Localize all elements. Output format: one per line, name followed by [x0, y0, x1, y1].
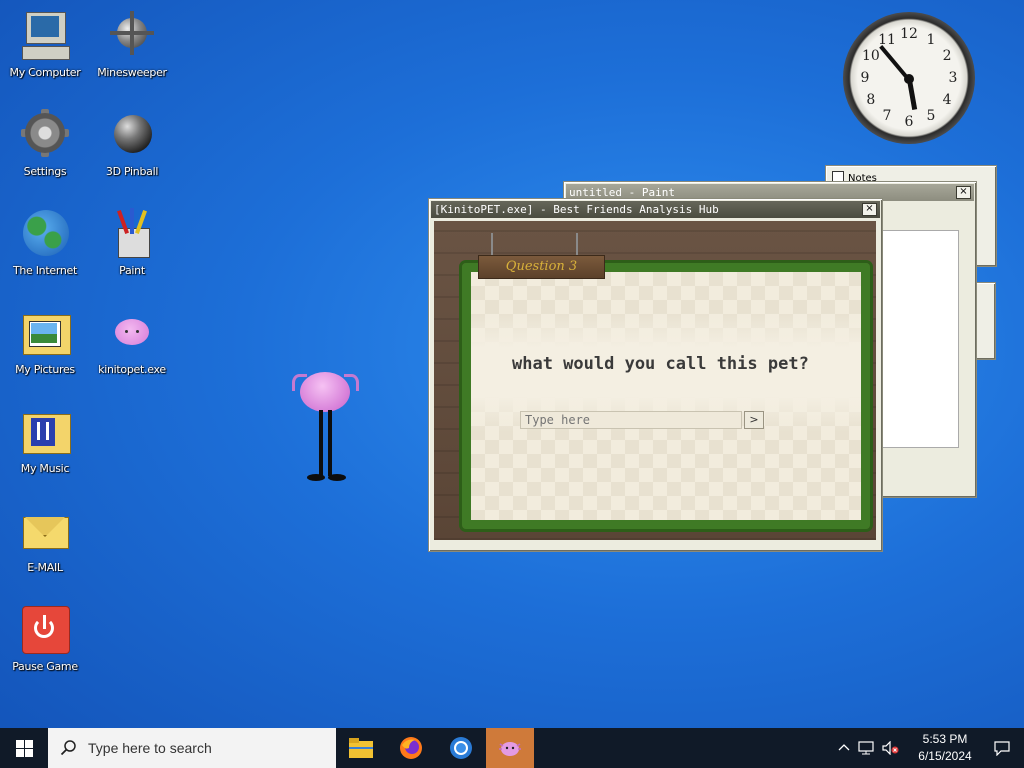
globe-icon — [19, 208, 71, 260]
pet-gill-left — [292, 374, 307, 391]
search-placeholder: Type here to search — [88, 740, 212, 756]
paint-icon — [106, 208, 158, 260]
sign-chain-right — [576, 233, 578, 255]
computer-icon — [19, 10, 71, 62]
submit-answer-button[interactable]: > — [744, 411, 764, 429]
taskbar-date: 6/15/2024 — [918, 749, 972, 763]
pet-gill-right — [344, 374, 359, 391]
vine-frame — [462, 263, 870, 529]
kinitopet-title: [KinitoPET.exe] - Best Friends Analysis … — [434, 203, 719, 216]
clock-center — [904, 74, 914, 84]
desktop-icon-label: 3D Pinball — [105, 165, 159, 178]
power-icon — [19, 604, 71, 656]
desktop-icon-label: kinitopet.exe — [98, 363, 166, 376]
axolotl-icon — [106, 307, 158, 359]
desktop-icon-my-pictures[interactable]: My Pictures — [0, 307, 90, 376]
clock-numeral: 10 — [861, 48, 880, 64]
clock-numeral: 2 — [942, 48, 952, 64]
clock-numeral: 7 — [882, 108, 892, 125]
taskbar: Type here to search 5:53 PM 6/15/2024 — [0, 728, 1024, 768]
desktop-icon-label: My Music — [20, 462, 70, 475]
sign-chain-left — [491, 233, 493, 255]
chrome-icon — [450, 737, 472, 759]
gear-icon — [19, 109, 71, 161]
clock-numeral: 3 — [948, 70, 958, 86]
taskbar-clock[interactable]: 5:53 PM 6/15/2024 — [910, 731, 980, 765]
desktop-icon-label: My Computer — [9, 66, 81, 79]
taskbar-chrome[interactable] — [436, 728, 486, 768]
taskbar-time: 5:53 PM — [922, 732, 968, 746]
firefox-icon — [400, 737, 422, 759]
kinitopet-close-button[interactable]: × — [862, 203, 877, 216]
chevron-up-icon[interactable] — [838, 742, 850, 754]
clock-numeral: 6 — [904, 114, 914, 130]
desktop-icon-label: Settings — [23, 165, 67, 178]
desktop-icon-label: E-MAIL — [27, 561, 63, 574]
taskbar-firefox[interactable] — [386, 728, 436, 768]
clock-numeral: 9 — [860, 70, 870, 86]
pet-foot-right — [328, 474, 346, 481]
pet-leg-left — [319, 410, 323, 476]
pet-head — [300, 372, 350, 412]
folder-pictures-icon — [19, 307, 71, 359]
kinitopet-titlebar[interactable]: [KinitoPET.exe] - Best Friends Analysis … — [431, 201, 880, 218]
clock-numeral: 8 — [866, 92, 876, 108]
system-tray: 5:53 PM 6/15/2024 — [838, 728, 1024, 768]
question-number-sign: Question 3 — [478, 255, 605, 279]
volume-muted-icon[interactable] — [882, 741, 900, 755]
pinball-icon — [106, 109, 158, 161]
clock-numeral: 12 — [900, 26, 918, 42]
paint-canvas[interactable] — [882, 230, 959, 448]
notification-button[interactable] — [980, 728, 1024, 768]
desktop-icon-label: Minesweeper — [97, 66, 167, 79]
wood-background: Question 3 what would you call this pet?… — [434, 221, 876, 540]
desktop-icon-my-computer[interactable]: My Computer — [0, 10, 90, 79]
notification-icon — [994, 740, 1010, 756]
kinito-pet-character[interactable] — [292, 368, 359, 486]
desktop-icon-my-music[interactable]: My Music — [0, 406, 90, 475]
search-icon — [60, 740, 76, 756]
kinitopet-window[interactable]: [KinitoPET.exe] - Best Friends Analysis … — [428, 198, 883, 552]
axolotl-icon — [499, 742, 521, 756]
desktop-icon-3d-pinball[interactable]: 3D Pinball — [87, 109, 177, 178]
start-button[interactable] — [0, 728, 48, 768]
taskbar-kinitopet[interactable] — [486, 728, 534, 768]
network-icon[interactable] — [858, 741, 874, 755]
desktop-icon-label: Pause Game — [12, 660, 78, 673]
desktop-icon-the-internet[interactable]: The Internet — [0, 208, 90, 277]
question-text: what would you call this pet? — [512, 354, 809, 374]
windows-logo-icon — [15, 739, 33, 757]
pet-leg-right — [328, 410, 332, 476]
clock-hour-hand — [907, 79, 918, 110]
file-explorer-icon — [349, 738, 373, 758]
folder-music-icon — [19, 406, 71, 458]
taskbar-file-explorer[interactable] — [336, 728, 386, 768]
desktop-icon-label: Paint — [119, 264, 145, 277]
envelope-icon — [19, 505, 71, 557]
analog-clock-widget: 12 1 2 3 4 5 6 7 8 9 10 11 — [843, 12, 975, 144]
clock-numeral: 1 — [926, 31, 936, 48]
desktop-icon-pause-game[interactable]: Pause Game — [0, 604, 90, 673]
clock-numeral: 5 — [926, 108, 936, 125]
desktop-icon-kinitopet[interactable]: kinitopet.exe — [87, 307, 177, 376]
desktop-icon-paint[interactable]: Paint — [87, 208, 177, 277]
taskbar-search-box[interactable]: Type here to search — [48, 728, 336, 768]
desktop-icon-label: The Internet — [12, 264, 78, 277]
pet-foot-left — [307, 474, 325, 481]
paint-close-button[interactable]: × — [956, 186, 971, 199]
desktop-icon-label: My Pictures — [15, 363, 75, 376]
clock-numeral: 4 — [942, 92, 952, 108]
desktop-icon-settings[interactable]: Settings — [0, 109, 90, 178]
answer-input[interactable] — [520, 411, 742, 429]
desktop-icon-minesweeper[interactable]: Minesweeper — [87, 10, 177, 79]
mine-icon — [106, 10, 158, 62]
desktop-icon-email[interactable]: E-MAIL — [0, 505, 90, 574]
